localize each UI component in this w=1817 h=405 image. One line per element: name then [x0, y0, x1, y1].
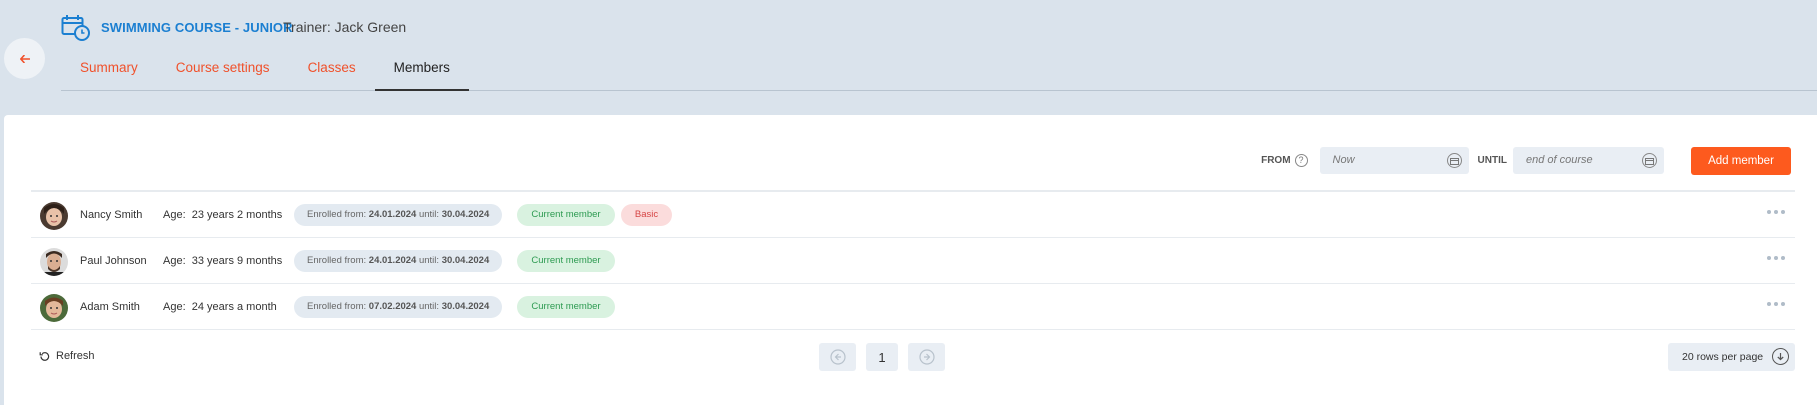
more-options-icon[interactable] — [1767, 302, 1785, 306]
member-name[interactable]: Adam Smith — [80, 301, 140, 313]
enrolled-from-date: 24.01.2024 — [368, 209, 417, 220]
age-label: Age: — [163, 255, 186, 267]
avatar — [40, 248, 68, 276]
from-date-placeholder: Now — [1332, 154, 1355, 166]
status-badge: Current member — [517, 296, 615, 318]
tab-bar: Summary Course settings Classes Members — [61, 56, 1817, 91]
tab-summary[interactable]: Summary — [61, 56, 157, 90]
age-value: 23 years 2 months — [191, 209, 283, 221]
arrow-right-circle-icon — [918, 349, 935, 365]
enrolled-until-date: 30.04.2024 — [441, 255, 490, 266]
tab-course-settings[interactable]: Course settings — [157, 56, 289, 90]
age-value: 33 years 9 months — [191, 255, 283, 267]
enrolled-from-date: 07.02.2024 — [368, 301, 417, 312]
enrolled-from-label: Enrolled from: — [307, 301, 367, 312]
members-table: Nancy Smith Age: 23 years 2 months Enrol… — [31, 190, 1795, 330]
arrow-down-circle-icon — [1772, 348, 1789, 365]
avatar — [40, 202, 68, 230]
until-label: until: — [418, 209, 440, 220]
enrolled-from-label: Enrolled from: — [307, 209, 367, 220]
table-footer: Refresh 1 20 rows per page — [31, 343, 1795, 373]
avatar — [40, 294, 68, 322]
enrollment-badge: Enrolled from: 24.01.2024 until: 30.04.2… — [294, 204, 503, 226]
age-label: Age: — [163, 301, 186, 313]
member-name[interactable]: Nancy Smith — [80, 209, 142, 221]
help-icon[interactable]: ? — [1294, 154, 1308, 167]
tab-classes[interactable]: Classes — [289, 56, 375, 90]
rows-per-page-select[interactable]: 20 rows per page — [1668, 343, 1795, 371]
more-options-icon[interactable] — [1767, 256, 1785, 260]
course-title: SWIMMING COURSE - JUNIOR — [101, 20, 293, 35]
enrollment-badge: Enrolled from: 07.02.2024 until: 30.04.2… — [294, 296, 503, 318]
prev-page-button[interactable] — [819, 343, 856, 371]
from-date-input[interactable]: Now — [1319, 147, 1469, 174]
plan-badge: Basic — [621, 204, 672, 226]
table-row[interactable]: Adam Smith Age: 24 years a month Enrolle… — [31, 284, 1795, 330]
members-panel: FROM ? Now UNTIL end of course Add membe… — [4, 115, 1817, 405]
age-label: Age: — [163, 209, 186, 221]
arrow-left-circle-icon — [829, 349, 846, 365]
add-member-button[interactable]: Add member — [1691, 146, 1791, 175]
until-label: until: — [418, 301, 440, 312]
member-age: Age: 24 years a month — [163, 301, 277, 313]
status-badge: Current member — [517, 204, 615, 226]
until-label: until: — [418, 255, 440, 266]
enrolled-from-date: 24.01.2024 — [368, 255, 417, 266]
member-age: Age: 33 years 9 months — [163, 255, 282, 267]
enrollment-badge: Enrolled from: 24.01.2024 until: 30.04.2… — [294, 250, 503, 272]
until-date-input[interactable]: end of course — [1513, 147, 1664, 174]
until-date-placeholder: end of course — [1526, 154, 1593, 166]
back-button[interactable] — [4, 38, 45, 79]
enrolled-from-label: Enrolled from: — [307, 255, 367, 266]
until-label: UNTIL — [1477, 155, 1507, 166]
rows-per-page-label: 20 rows per page — [1682, 351, 1764, 363]
refresh-label: Refresh — [56, 350, 95, 362]
calendar-clock-icon — [61, 15, 90, 41]
table-row[interactable]: Paul Johnson Age: 33 years 9 months Enro… — [31, 238, 1795, 284]
arrow-left-icon — [19, 54, 30, 63]
enrolled-until-date: 30.04.2024 — [441, 301, 490, 312]
status-badge: Current member — [517, 250, 615, 272]
date-filters: FROM ? Now UNTIL end of course Add membe… — [1261, 146, 1791, 175]
calendar-icon[interactable] — [1446, 153, 1462, 168]
trainer-label: Trainer: Jack Green — [283, 19, 407, 35]
enrolled-until-date: 30.04.2024 — [441, 209, 490, 220]
age-value: 24 years a month — [191, 301, 277, 313]
pagination: 1 — [819, 343, 945, 371]
member-age: Age: 23 years 2 months — [163, 209, 282, 221]
refresh-button[interactable]: Refresh — [39, 350, 95, 362]
from-label: FROM — [1261, 155, 1291, 166]
table-row[interactable]: Nancy Smith Age: 23 years 2 months Enrol… — [31, 192, 1795, 238]
refresh-icon — [39, 351, 50, 361]
member-name[interactable]: Paul Johnson — [80, 255, 147, 267]
more-options-icon[interactable] — [1767, 210, 1785, 214]
calendar-icon[interactable] — [1642, 153, 1657, 168]
page-number[interactable]: 1 — [866, 343, 898, 371]
tab-members[interactable]: Members — [374, 56, 469, 91]
next-page-button[interactable] — [908, 343, 945, 371]
